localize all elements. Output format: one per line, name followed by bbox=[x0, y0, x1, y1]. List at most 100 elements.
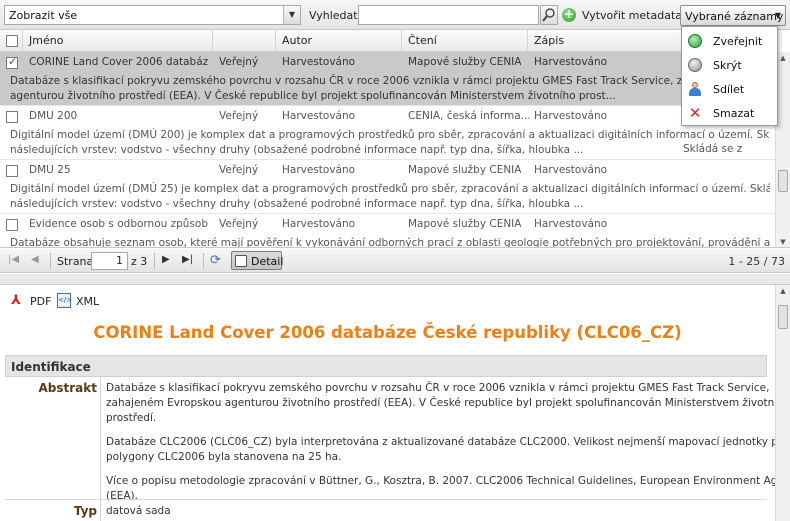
scroll-up-icon[interactable]: ▲ bbox=[778, 287, 788, 295]
detail-scrollbar[interactable]: ▲ bbox=[775, 285, 790, 521]
scrollbar-thumb[interactable] bbox=[778, 305, 788, 329]
record-title: CORINE Land Cover 2006 databáze České re… bbox=[93, 323, 682, 342]
abstract-text: Databáze s klasifikací pokryvu zemského … bbox=[106, 381, 790, 504]
column-header-author[interactable]: Autor bbox=[276, 30, 402, 52]
row-name: Evidence osob s odbornou způsobi... bbox=[29, 218, 209, 230]
type-label: Typ bbox=[73, 504, 97, 518]
row-description: Databáze obsahuje seznam osob, které maj… bbox=[10, 236, 770, 248]
row-write: Harvestováno bbox=[534, 110, 608, 122]
menu-item-label: Skrýt bbox=[713, 59, 742, 72]
share-users-icon bbox=[688, 82, 702, 96]
page-count-label: z 3 bbox=[131, 255, 148, 268]
column-header-read[interactable]: Čtení bbox=[402, 30, 528, 52]
menu-item-hide[interactable]: Skrýt bbox=[682, 53, 777, 77]
filter-select-value: Zobrazit vše bbox=[9, 9, 78, 22]
search-label: Vyhledat: bbox=[309, 9, 362, 22]
menu-item-share[interactable]: Sdílet bbox=[682, 77, 777, 101]
menu-item-label: Sdílet bbox=[713, 83, 745, 96]
row-name: DMÚ 200 bbox=[29, 110, 78, 122]
select-all-checkbox[interactable] bbox=[6, 35, 18, 47]
row-visibility: Veřejný bbox=[219, 110, 259, 122]
add-icon[interactable]: + bbox=[562, 8, 576, 22]
xml-export-link[interactable]: XML bbox=[76, 295, 99, 308]
row-visibility: Veřejný bbox=[219, 218, 259, 230]
abstract-line: prostředí. bbox=[106, 412, 157, 424]
chevron-down-icon[interactable]: ▼ bbox=[283, 6, 300, 24]
row-write: Harvestováno bbox=[534, 218, 608, 230]
row-description-line: Digitální model území (DMÚ 200) je kompl… bbox=[10, 129, 770, 141]
selected-records-button[interactable]: Vybrané záznamy ▼ bbox=[680, 5, 786, 26]
section-title: Identifikace bbox=[11, 360, 91, 374]
row-description-line: následujících vrstev: vodstvo - všechny … bbox=[10, 198, 584, 210]
column-header-visibility[interactable] bbox=[213, 30, 276, 52]
row-checkbox[interactable] bbox=[6, 165, 18, 177]
filter-select[interactable]: Zobrazit vše ▼ bbox=[4, 5, 301, 25]
detail-icon bbox=[235, 255, 247, 267]
menu-item-label: Smazat bbox=[713, 107, 755, 120]
search-button[interactable] bbox=[540, 5, 558, 25]
next-page-icon[interactable]: ▶ bbox=[162, 254, 170, 265]
separator bbox=[50, 253, 51, 269]
abstract-line: Databáze CLC2006 (CLC06_CZ) byla interpr… bbox=[106, 436, 789, 448]
scroll-up-icon[interactable]: ▲ bbox=[778, 54, 788, 62]
row-checkbox[interactable] bbox=[6, 55, 18, 69]
splitter[interactable] bbox=[0, 274, 790, 284]
row-description: Digitální model území (DMÚ 200) je kompl… bbox=[10, 128, 770, 158]
row-author: Harvestováno bbox=[282, 218, 356, 230]
first-page-icon[interactable]: |◀ bbox=[8, 254, 19, 265]
row-read: Mapové služby CENIA bbox=[408, 218, 522, 230]
row-read: CENIA, česká informa... bbox=[408, 110, 531, 122]
row-read: Mapové služby CENIA bbox=[408, 164, 522, 176]
abstract-line: Více o popisu metodologie zpracování v B… bbox=[106, 475, 790, 487]
globe-icon bbox=[688, 34, 702, 48]
table-row[interactable]: Evidence osob s odbornou způsobi... Veře… bbox=[0, 214, 775, 248]
row-visibility: Veřejný bbox=[219, 164, 259, 176]
detail-toggle-button[interactable]: Detail bbox=[231, 251, 284, 270]
row-checkbox[interactable] bbox=[6, 111, 18, 123]
row-name: CORINE Land Cover 2006 databáz... bbox=[29, 56, 209, 68]
hide-icon bbox=[688, 58, 702, 72]
row-checkbox[interactable] bbox=[6, 219, 18, 231]
row-write: Harvestováno bbox=[534, 56, 608, 68]
detail-button-label: Detail bbox=[251, 255, 284, 268]
abstract-line: (EEA). bbox=[106, 490, 138, 502]
page-label: Strana bbox=[57, 255, 94, 268]
menu-item-publish[interactable]: Zveřejnit bbox=[682, 29, 777, 53]
abstract-line: polygony CLC2006 byla stanovena na 25 ha… bbox=[106, 451, 342, 463]
table-row[interactable]: CORINE Land Cover 2006 databáz... Veřejn… bbox=[0, 52, 775, 106]
divider bbox=[5, 499, 767, 500]
row-description-line: následujících vrstev: vodstvo - všechny … bbox=[10, 144, 584, 156]
record-count: 1 - 25 / 73 bbox=[728, 255, 785, 268]
row-description-line: Databáze obsahuje seznam osob, které maj… bbox=[10, 237, 770, 248]
menu-item-label: Zveřejnit bbox=[713, 35, 763, 48]
pdf-icon[interactable]: ⅄ bbox=[11, 293, 25, 309]
previous-page-icon[interactable]: ◀ bbox=[31, 254, 39, 265]
xml-icon[interactable]: </> bbox=[57, 293, 72, 308]
row-description-line: Databáze s klasifikací pokryvu zemského … bbox=[10, 75, 770, 87]
paging-toolbar: |◀ ◀ Strana 1 z 3 ▶ ▶| ⟳ Detail 1 - 25 /… bbox=[0, 249, 790, 273]
last-page-icon[interactable]: ▶| bbox=[182, 254, 193, 265]
row-author: Harvestováno bbox=[282, 110, 356, 122]
table-row[interactable]: DMÚ 200 Veřejný Harvestováno CENIA, česk… bbox=[0, 106, 775, 160]
search-input[interactable] bbox=[358, 5, 539, 25]
scrollbar-thumb[interactable] bbox=[778, 170, 788, 192]
row-write: Harvestováno bbox=[534, 164, 608, 176]
create-metadata-button[interactable]: Vytvořit metadata bbox=[582, 9, 682, 22]
row-description-line: agenturou životního prostředí (EEA). V Č… bbox=[10, 90, 616, 102]
scroll-down-icon[interactable]: ▼ bbox=[778, 238, 788, 246]
row-description: Databáze s klasifikací pokryvu zemského … bbox=[10, 74, 770, 104]
search-icon bbox=[542, 8, 555, 22]
row-description: Digitální model území (DMÚ 25) je komple… bbox=[10, 182, 770, 212]
selected-records-label: Vybrané záznamy bbox=[685, 10, 784, 23]
detail-toolbar: ⅄ PDF </> XML bbox=[0, 285, 775, 315]
refresh-icon[interactable]: ⟳ bbox=[210, 253, 221, 268]
menu-item-delete[interactable]: ✕ Smazat bbox=[682, 101, 777, 125]
abstract-line: Databáze s klasifikací pokryvu zemského … bbox=[106, 382, 770, 394]
column-header-name[interactable]: Jméno bbox=[23, 30, 213, 52]
row-author: Harvestováno bbox=[282, 164, 356, 176]
pdf-export-link[interactable]: PDF bbox=[30, 295, 51, 308]
header-select-all-cell bbox=[0, 30, 23, 52]
section-header: Identifikace bbox=[5, 355, 767, 377]
table-row[interactable]: DMÚ 25 Veřejný Harvestováno Mapové služb… bbox=[0, 160, 775, 214]
page-number-input[interactable]: 1 bbox=[91, 252, 128, 270]
